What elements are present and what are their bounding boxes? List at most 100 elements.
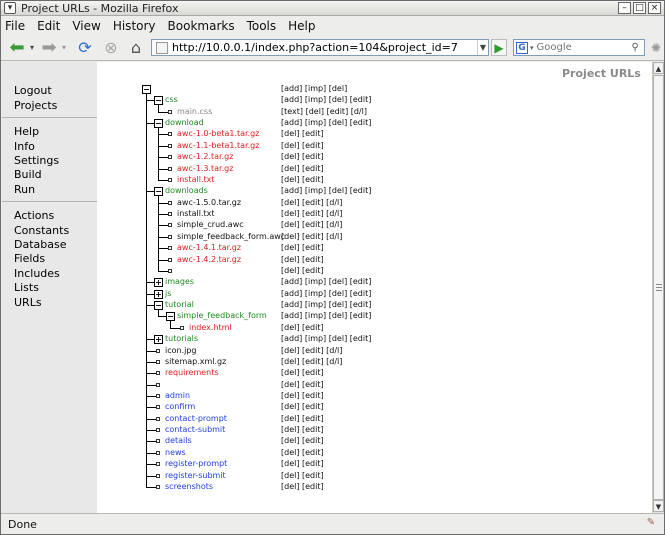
tree-node-label[interactable]: install.txt bbox=[177, 209, 215, 219]
scroll-up-icon[interactable]: ▲ bbox=[653, 62, 664, 74]
tree-node-label[interactable]: icon.jpg bbox=[165, 346, 197, 356]
tree-node-label[interactable]: css bbox=[165, 95, 178, 105]
node-actions[interactable]: [add] [imp] [del] [edit] bbox=[281, 300, 371, 310]
tree-node-label[interactable]: awc-1.3.tar.gz bbox=[177, 164, 233, 174]
url-dropdown-icon[interactable]: ▼ bbox=[477, 40, 488, 55]
node-actions[interactable]: [text] [del] [edit] [d/l] bbox=[281, 107, 367, 117]
collapse-icon[interactable]: − bbox=[166, 312, 175, 322]
tree-node-label[interactable]: awc-1.2.tar.gz bbox=[177, 152, 233, 162]
reload-icon[interactable]: ⟳ bbox=[75, 38, 95, 58]
node-actions[interactable]: [del] [edit] bbox=[281, 164, 324, 174]
minimize-icon[interactable]: – bbox=[618, 2, 631, 14]
node-actions[interactable]: [del] [edit] [d/l] bbox=[281, 220, 342, 230]
node-actions[interactable]: [del] [edit] bbox=[281, 471, 324, 481]
collapse-icon[interactable]: − bbox=[154, 187, 163, 197]
node-actions[interactable]: [del] [edit] bbox=[281, 391, 324, 401]
tree-node-label[interactable]: requirements bbox=[165, 368, 219, 378]
tree-node-label[interactable]: main.css bbox=[177, 107, 212, 117]
tree-node-label[interactable]: images bbox=[165, 277, 194, 287]
node-actions[interactable]: [del] [edit] bbox=[281, 152, 324, 162]
node-actions[interactable]: [add] [imp] [del] [edit] bbox=[281, 289, 371, 299]
google-engine-icon[interactable]: G bbox=[516, 41, 528, 54]
node-actions[interactable]: [add] [imp] [del] bbox=[281, 84, 347, 94]
tree-node-label[interactable]: contact-prompt bbox=[165, 414, 227, 424]
node-actions[interactable]: [del] [edit] [d/l] bbox=[281, 346, 342, 356]
forward-icon[interactable]: ➡ bbox=[39, 38, 59, 58]
node-actions[interactable]: [del] [edit] bbox=[281, 255, 324, 265]
node-actions[interactable]: [del] [edit] bbox=[281, 243, 324, 253]
home-icon[interactable]: ⌂ bbox=[125, 38, 147, 58]
tree-node-label[interactable]: downloads bbox=[165, 186, 208, 196]
collapse-icon[interactable]: − bbox=[154, 119, 163, 129]
search-input[interactable] bbox=[536, 42, 632, 53]
node-actions[interactable]: [del] [edit] [d/l] bbox=[281, 357, 342, 367]
stop-icon[interactable]: ⊗ bbox=[101, 38, 121, 58]
tree-node-label[interactable]: simple_crud.awc bbox=[177, 220, 244, 230]
node-actions[interactable]: [add] [imp] [del] [edit] bbox=[281, 311, 371, 321]
expand-icon[interactable]: + bbox=[154, 278, 163, 288]
node-actions[interactable]: [del] [edit] bbox=[281, 175, 324, 185]
maximize-icon[interactable]: □ bbox=[633, 2, 646, 14]
back-icon[interactable]: ⬅ bbox=[7, 38, 27, 58]
node-actions[interactable]: [del] [edit] bbox=[281, 448, 324, 458]
vertical-scrollbar[interactable]: ▲ ▼ bbox=[652, 62, 664, 513]
search-icon[interactable]: ⚲ bbox=[632, 42, 644, 53]
node-actions[interactable]: [del] [edit] bbox=[281, 368, 324, 378]
tree-node-label[interactable]: index.html bbox=[189, 323, 232, 333]
node-actions[interactable]: [del] [edit] [d/l] bbox=[281, 232, 342, 242]
node-actions[interactable]: [del] [edit] bbox=[281, 323, 324, 333]
tree-node-label[interactable]: register-submit bbox=[165, 471, 226, 481]
menu-help[interactable]: Help bbox=[288, 19, 315, 33]
node-actions[interactable]: [del] [edit] bbox=[281, 482, 324, 492]
back-dropdown-icon[interactable]: ▾ bbox=[27, 38, 37, 58]
collapse-icon[interactable]: − bbox=[142, 85, 151, 94]
menu-history[interactable]: History bbox=[113, 19, 156, 33]
node-actions[interactable]: [del] [edit] bbox=[281, 414, 324, 424]
scroll-thumb[interactable] bbox=[653, 75, 664, 500]
tree-node-label[interactable]: awc-1.4.2.tar.gz bbox=[177, 255, 241, 265]
node-actions[interactable]: [del] [edit] bbox=[281, 425, 324, 435]
tree-node-label[interactable]: register-prompt bbox=[165, 459, 227, 469]
tree-node-label[interactable]: tutorial bbox=[165, 300, 194, 310]
tree-node-label[interactable]: tutorials bbox=[165, 334, 198, 344]
forward-dropdown-icon[interactable]: ▾ bbox=[59, 38, 69, 58]
tree-node-label[interactable]: download bbox=[165, 118, 204, 128]
tree-node-label[interactable]: sitemap.xml.gz bbox=[165, 357, 226, 367]
tree-node-label[interactable]: simple_feedback_form.awc bbox=[177, 232, 285, 242]
window-menu-icon[interactable]: ▾ bbox=[4, 2, 16, 14]
node-actions[interactable]: [del] [edit] bbox=[281, 129, 324, 139]
tree-node-label[interactable]: details bbox=[165, 436, 192, 446]
engine-dropdown-icon[interactable]: ▾ bbox=[530, 44, 534, 52]
collapse-icon[interactable]: − bbox=[154, 96, 163, 106]
menu-view[interactable]: View bbox=[72, 19, 100, 33]
node-actions[interactable]: [del] [edit] bbox=[281, 459, 324, 469]
node-actions[interactable]: [add] [imp] [del] [edit] bbox=[281, 277, 371, 287]
node-actions[interactable]: [del] [edit] bbox=[281, 266, 324, 276]
node-actions[interactable]: [del] [edit] [d/l] bbox=[281, 198, 342, 208]
node-actions[interactable]: [add] [imp] [del] [edit] bbox=[281, 95, 371, 105]
tree-node-label[interactable]: install.txt bbox=[177, 175, 215, 185]
scroll-down-icon[interactable]: ▼ bbox=[653, 500, 664, 512]
tree-node-label[interactable]: js bbox=[165, 289, 171, 299]
tree-node-label[interactable]: awc-1.0-beta1.tar.gz bbox=[177, 129, 259, 139]
node-actions[interactable]: [del] [edit] bbox=[281, 436, 324, 446]
node-actions[interactable]: [del] [edit] bbox=[281, 380, 324, 390]
address-bar[interactable]: http://10.0.0.1/index.php?action=104&pro… bbox=[151, 39, 489, 56]
menu-file[interactable]: File bbox=[5, 19, 25, 33]
tree-node-label[interactable]: awc-1.4.1.tar.gz bbox=[177, 243, 241, 253]
tree-node-label[interactable]: news bbox=[165, 448, 186, 458]
tree-node-label[interactable]: contact-submit bbox=[165, 425, 225, 435]
node-actions[interactable]: [add] [imp] [del] [edit] bbox=[281, 118, 371, 128]
expand-icon[interactable]: + bbox=[154, 335, 163, 345]
search-box[interactable]: G ▾ ⚲ bbox=[513, 39, 645, 56]
menu-edit[interactable]: Edit bbox=[37, 19, 60, 33]
menu-bookmarks[interactable]: Bookmarks bbox=[168, 19, 235, 33]
close-icon[interactable]: × bbox=[648, 2, 661, 14]
collapse-icon[interactable]: − bbox=[154, 301, 163, 311]
tree-node-label[interactable]: simple_feedback_form bbox=[177, 311, 267, 321]
expand-icon[interactable]: + bbox=[154, 289, 163, 299]
node-actions[interactable]: [add] [imp] [del] [edit] bbox=[281, 186, 371, 196]
tree-node-label[interactable]: admin bbox=[165, 391, 190, 401]
tree-node-label[interactable]: awc-1.5.0.tar.gz bbox=[177, 198, 241, 208]
go-arrow-icon[interactable]: ▶ bbox=[491, 39, 507, 56]
